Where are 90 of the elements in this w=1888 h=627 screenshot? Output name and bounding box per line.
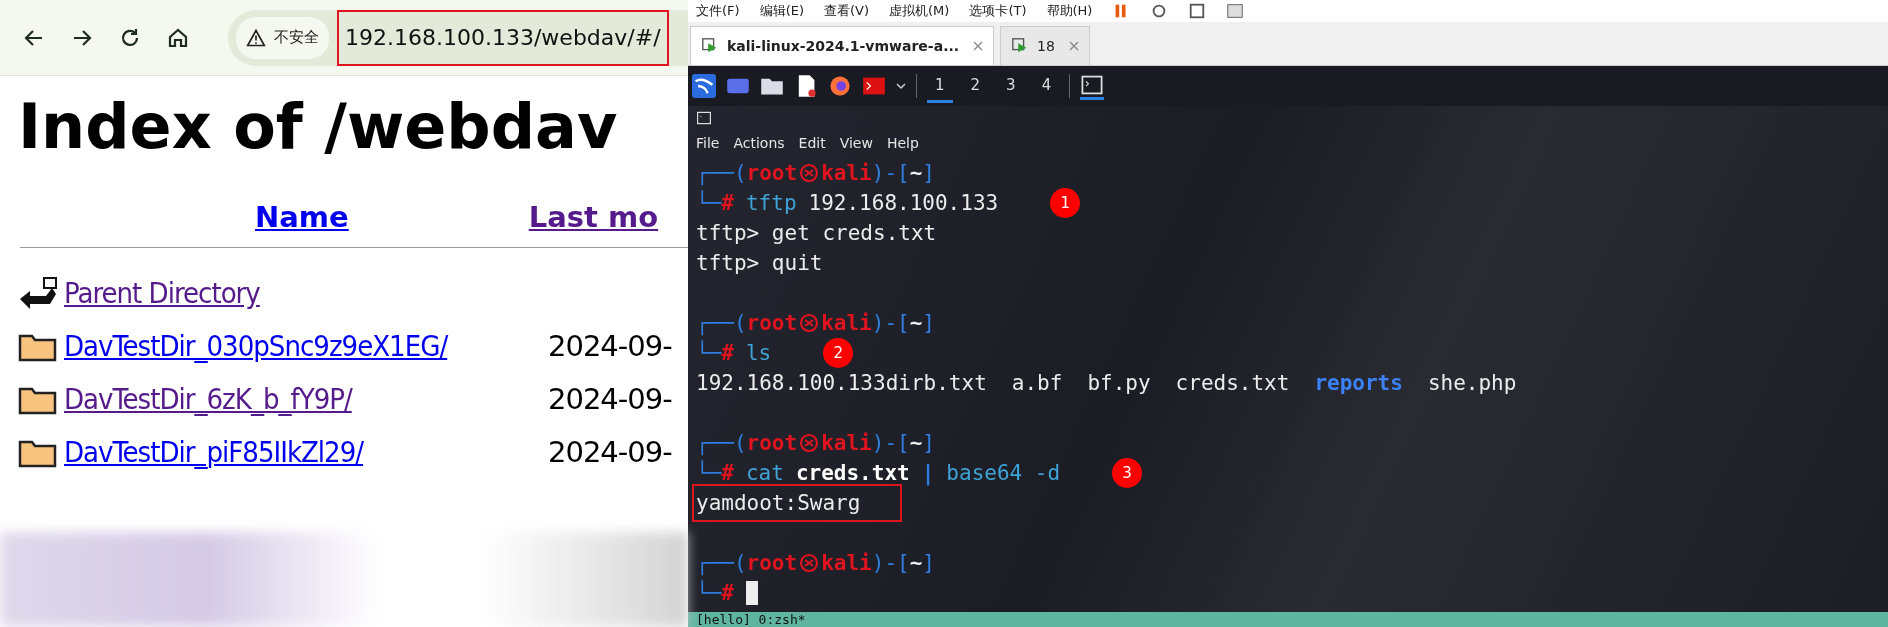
prompt-text: ] [922, 160, 935, 187]
command-text: tftp [745, 190, 797, 217]
command-text: | [921, 460, 935, 488]
directory-link[interactable]: Parent Directory [64, 275, 548, 310]
menu-item[interactable]: Actions [733, 135, 785, 151]
prompt-dir: ~ [909, 160, 923, 187]
status-text: [hello] 0:zsh* [696, 612, 806, 627]
security-chip[interactable]: 不安全 [236, 16, 329, 59]
menu-item[interactable]: 文件(F) [696, 2, 740, 20]
command-text: base64 -d [946, 460, 1061, 487]
workspace-button[interactable]: 4 [1033, 69, 1060, 103]
directory-link[interactable]: DavTestDir_6zK_b_fY9P/ [64, 381, 548, 416]
prompt-text: └─ [696, 579, 722, 607]
vm-tab[interactable]: kali-linux-2024.1-vmware-a... [690, 26, 995, 65]
prompt-user: root [746, 160, 798, 187]
column-header-link[interactable]: Name [255, 200, 349, 234]
directory-link[interactable]: DavTestDir_030pSnc9z9eX1EG/ [64, 328, 548, 363]
step-marker: 3 [1112, 458, 1143, 488]
command-text: cat [745, 460, 784, 487]
prompt-hash: # [721, 461, 734, 487]
prompt-user: root [746, 430, 798, 457]
menu-item[interactable]: File [696, 135, 720, 151]
prompt-host: kali [821, 550, 872, 577]
output-text: reports [1314, 370, 1403, 397]
prompt-text: ] [922, 310, 935, 337]
firefox-icon[interactable] [828, 74, 852, 98]
prompt-user: root [746, 310, 798, 337]
modified-date: 2024-09- [548, 328, 672, 363]
prompt-host: kali [821, 310, 872, 337]
caret-icon[interactable] [896, 81, 906, 91]
output-text: a.bf [1011, 370, 1063, 397]
text-cursor [745, 581, 758, 605]
prompt-user: root [746, 550, 798, 577]
menu-item[interactable]: Edit [798, 135, 826, 151]
output-text: tftp> quit [696, 250, 823, 277]
back-arrow-icon [18, 274, 58, 311]
workspace-button[interactable]: 1 [927, 69, 953, 103]
prompt-text: ] [922, 550, 935, 577]
close-icon[interactable] [1068, 41, 1079, 51]
menu-item[interactable]: View [839, 135, 873, 151]
command-text: creds.txt [795, 460, 910, 487]
output-text: yamdoot:Swarg [696, 490, 861, 517]
prompt-dir: ~ [909, 430, 923, 457]
menu-item[interactable]: 查看(V) [824, 2, 870, 20]
modified-date: 2024-09- [548, 381, 672, 416]
prompt-dir: ~ [909, 550, 923, 577]
directory-link[interactable]: DavTestDir_piF85IIkZl29/ [64, 434, 548, 469]
prompt-text: ┌──( [696, 430, 747, 458]
prompt-host: kali [821, 160, 872, 187]
column-header-link[interactable]: Last mo [528, 200, 659, 234]
prompt-hash: # [721, 581, 734, 607]
prompt-hash: # [721, 191, 734, 217]
modified-date: 2024-09- [548, 434, 672, 469]
prompt-text: )-[ [871, 430, 910, 457]
output-text: she.php [1427, 370, 1517, 397]
vm-play-icon [701, 37, 719, 55]
prompt-text: )-[ [871, 160, 910, 187]
output-text: 192.168.100.133dirb.txt [696, 370, 987, 397]
prompt-text: └─ [696, 459, 722, 487]
step-marker: 2 [823, 338, 854, 368]
warning-icon [246, 27, 266, 48]
command-text: 192.168.100.133 [808, 190, 999, 217]
output-text: bf.py [1087, 370, 1151, 397]
menu-item[interactable]: 选项卡(T) [969, 2, 1027, 20]
prompt-text: ┌──( [696, 310, 747, 338]
vm-tab[interactable]: 18 [1000, 26, 1090, 65]
address-field[interactable]: 192.168.100.133/webdav/#/ [337, 9, 669, 66]
prompt-text: ] [922, 430, 935, 457]
terminal-icon [696, 110, 712, 126]
prompt-text: └─ [696, 189, 722, 217]
output-text: creds.txt [1175, 370, 1290, 397]
prompt-text: )-[ [871, 310, 910, 337]
prompt-text: ┌──( [696, 550, 747, 578]
menu-item[interactable]: 编辑(E) [759, 2, 804, 20]
close-icon[interactable] [973, 41, 984, 51]
prompt-text: ┌──( [696, 160, 747, 188]
prompt-host: kali [821, 430, 872, 457]
workspace-button[interactable]: 2 [962, 69, 989, 103]
output-text: tftp> get creds.txt [696, 220, 937, 247]
menu-item[interactable]: Help [886, 135, 919, 151]
prompt-text: )-[ [871, 550, 910, 577]
command-text: ls [745, 340, 772, 367]
workspace-button[interactable]: 3 [998, 69, 1024, 103]
menu-item[interactable]: 帮助(H) [1046, 2, 1093, 20]
page-heading: Index of /webdav [18, 90, 619, 163]
prompt-hash: # [721, 341, 734, 367]
prompt-dir: ~ [909, 310, 923, 337]
prompt-text: └─ [696, 339, 722, 367]
menu-item[interactable]: 虚拟机(M) [889, 2, 950, 20]
step-marker: 1 [1050, 188, 1081, 218]
